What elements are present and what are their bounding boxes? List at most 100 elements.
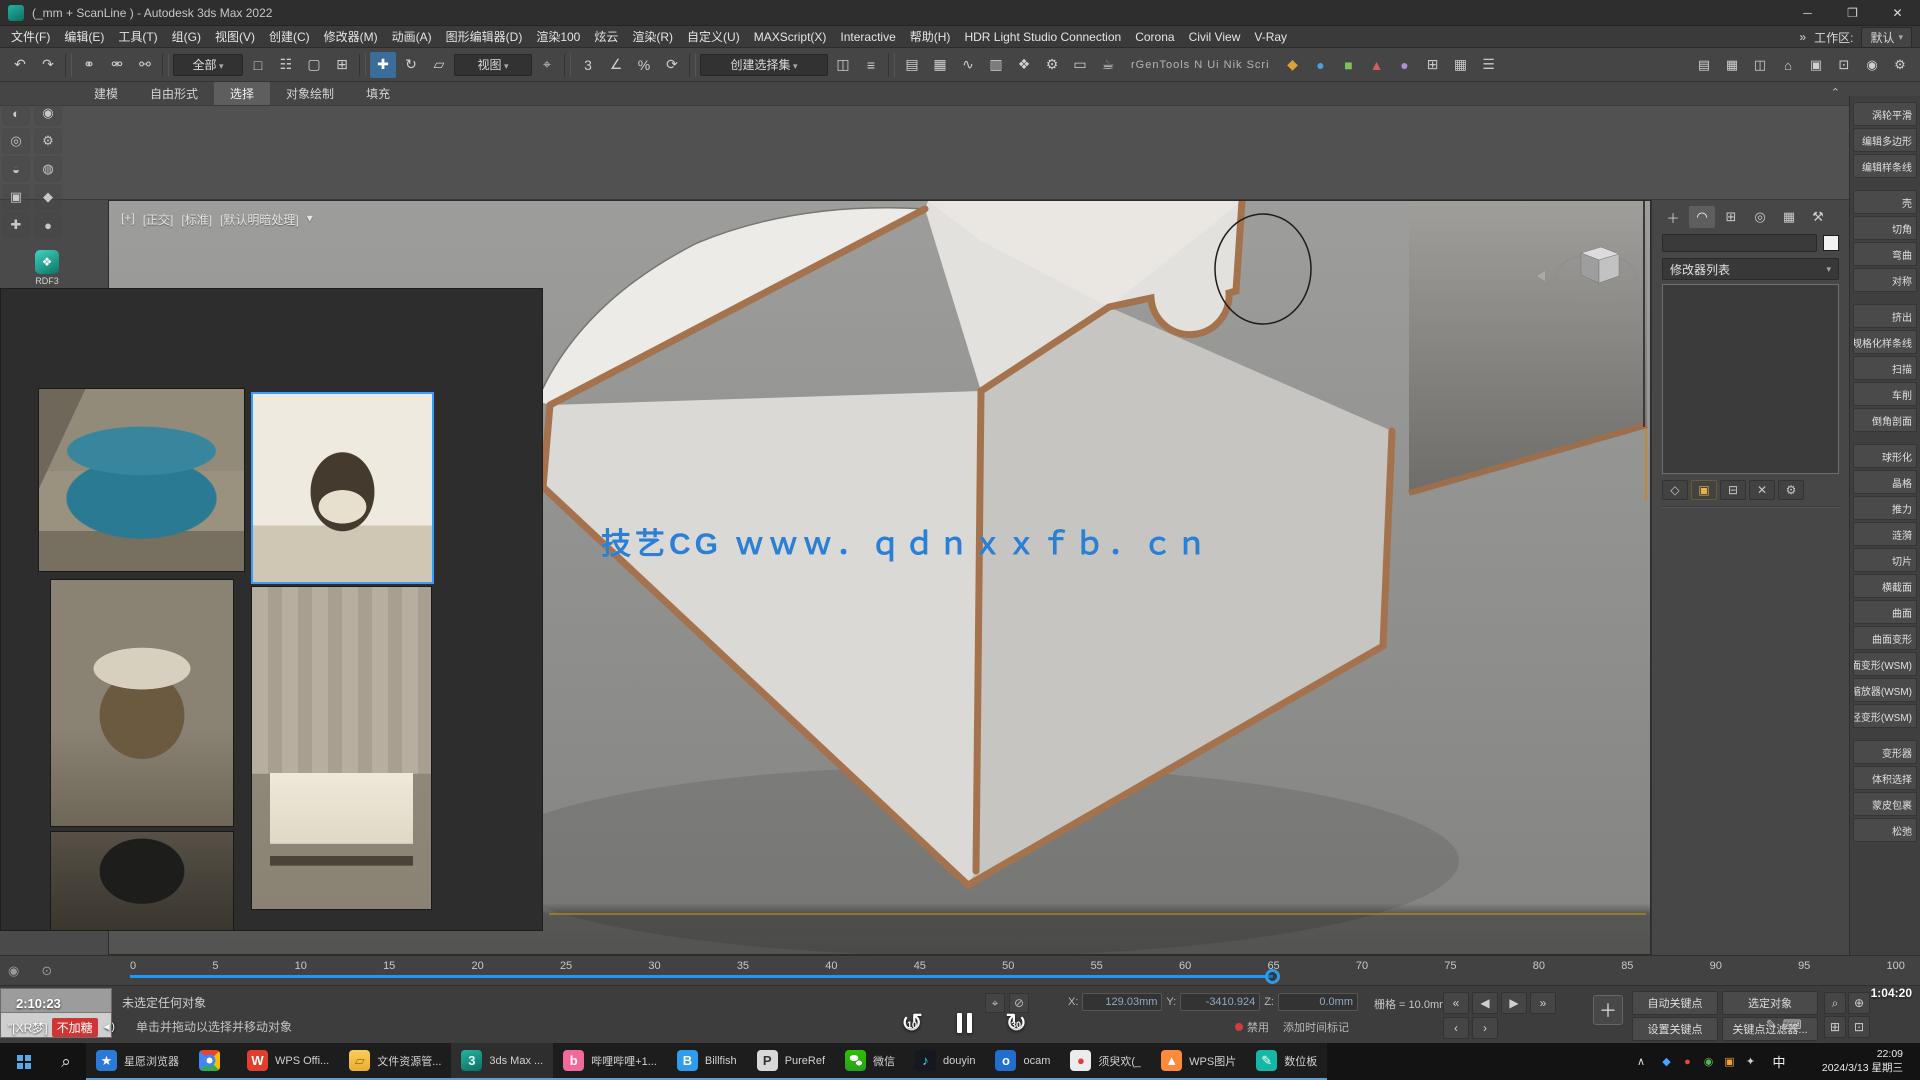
timeline-toggle-icon[interactable]: ⊙ xyxy=(41,963,52,979)
toolbar-button[interactable]: ∿ xyxy=(955,52,981,78)
toolbar-button[interactable]: ✚ xyxy=(370,52,396,78)
modifier-button[interactable]: 挤出 xyxy=(1853,304,1917,328)
tray-icon[interactable]: ● xyxy=(1679,1053,1696,1070)
toolbar-button[interactable]: ▦ xyxy=(1719,52,1745,78)
modifier-button[interactable]: 切片 xyxy=(1853,548,1917,572)
tray-icon[interactable]: ◉ xyxy=(1700,1053,1717,1070)
left-tool-button[interactable]: ✚ xyxy=(2,212,30,238)
tray-icon[interactable]: ▣ xyxy=(1721,1053,1738,1070)
ribbon-tab[interactable]: 自由形式 xyxy=(134,82,214,105)
toolbar-button[interactable]: ⟳ xyxy=(659,52,685,78)
toolbar-button[interactable]: ◫ xyxy=(1747,52,1773,78)
toolbar-button[interactable]: □ xyxy=(245,52,271,78)
reference-image-blue-velvet-sofa[interactable] xyxy=(38,388,245,572)
modifier-button[interactable]: 晶格 xyxy=(1853,470,1917,494)
modifier-list-dropdown[interactable]: 修改器列表 ▾ xyxy=(1662,258,1839,280)
toolbar-button[interactable] xyxy=(162,53,169,77)
menu-item[interactable]: Interactive xyxy=(833,30,902,44)
menu-item[interactable]: 渲染(R) xyxy=(625,28,680,45)
viewport-nav-button[interactable]: ⊕ xyxy=(1848,992,1870,1014)
taskbar-app[interactable]: W WPS Offi... xyxy=(237,1043,339,1080)
auto-key-button[interactable]: 自动关键点 xyxy=(1632,991,1718,1015)
menu-item[interactable]: 动画(A) xyxy=(385,28,439,45)
menu-item[interactable]: 自定义(U) xyxy=(680,28,747,45)
player-progress-thumb[interactable] xyxy=(1265,969,1280,984)
pause-button[interactable] xyxy=(949,1004,979,1042)
menu-item[interactable]: 渲染100 xyxy=(529,28,587,45)
viewport-menu-shading[interactable]: [默认明暗处理] xyxy=(220,211,299,228)
menu-item[interactable]: V-Ray xyxy=(1247,30,1294,44)
toolbar-button[interactable]: 3 xyxy=(575,52,601,78)
rewind-10-button[interactable]: ↺ 10 xyxy=(893,1004,931,1042)
taskbar-app[interactable] xyxy=(189,1043,237,1080)
toolbar-button[interactable] xyxy=(359,53,366,77)
x-coordinate-field[interactable]: 129.03mm xyxy=(1082,993,1162,1011)
window-control-button[interactable]: ─ xyxy=(1785,0,1830,26)
left-tool-button[interactable]: ◉ xyxy=(34,100,62,126)
status-misc-icon[interactable]: ⌨ xyxy=(1783,1017,1802,1033)
toolbar-button[interactable]: ≡ xyxy=(858,52,884,78)
reference-image-living-room-sofa[interactable] xyxy=(251,586,432,910)
modifier-button[interactable]: 编辑样条线 xyxy=(1853,154,1917,178)
toolbar-button[interactable]: ● xyxy=(1392,52,1418,78)
y-coordinate-field[interactable]: -3410.924 xyxy=(1180,993,1260,1011)
toolbar-button[interactable]: ⊡ xyxy=(1831,52,1857,78)
toolbar-button[interactable]: ■ xyxy=(1336,52,1362,78)
toolbar-button[interactable]: ☕ xyxy=(1095,52,1121,78)
modifier-button[interactable]: 曲面 xyxy=(1853,600,1917,624)
set-key-mode-button[interactable]: 设置关键点 xyxy=(1632,1017,1718,1041)
taskbar-app[interactable]: ▱ 文件资源管... xyxy=(339,1043,451,1080)
toolbar-button[interactable]: ▤ xyxy=(899,52,925,78)
modifier-button[interactable]: 曲面变形(WSM) xyxy=(1853,652,1917,676)
toolbar-button[interactable]: ⊞ xyxy=(329,52,355,78)
window-control-button[interactable]: ✕ xyxy=(1875,0,1920,26)
start-button[interactable] xyxy=(0,1043,46,1080)
modifier-stack-list[interactable] xyxy=(1662,284,1839,474)
menu-item[interactable]: Corona xyxy=(1128,30,1181,44)
command-panel-tab[interactable]: ⊞ xyxy=(1718,206,1744,228)
menu-item[interactable]: 修改器(M) xyxy=(317,28,385,45)
toolbar-button[interactable]: ⚮ xyxy=(104,52,130,78)
modifier-button[interactable]: 变形器 xyxy=(1853,740,1917,764)
modifier-button[interactable]: 横截面 xyxy=(1853,574,1917,598)
command-panel-tab[interactable]: ◎ xyxy=(1747,206,1773,228)
toolbar-button[interactable]: 创建选择集 xyxy=(700,54,828,76)
toolbar-button[interactable]: ◉ xyxy=(1859,52,1885,78)
modifier-button[interactable]: 规格化样条线 xyxy=(1853,330,1917,354)
taskbar-search-button[interactable]: ⌕ xyxy=(46,1043,86,1080)
left-tool-button[interactable]: ◒ xyxy=(2,156,30,182)
tray-chevron-icon[interactable]: ∧ xyxy=(1632,1055,1650,1068)
modifier-button[interactable]: 球形化 xyxy=(1853,444,1917,468)
menu-item[interactable]: HDR Light Studio Connection xyxy=(957,30,1128,44)
taskbar-app[interactable]: ♪ douyin xyxy=(905,1043,985,1080)
viewport-flag-icon[interactable]: ▾ xyxy=(307,211,313,228)
menu-item[interactable]: Civil View xyxy=(1182,30,1248,44)
modifier-button[interactable]: 路径变形(WSM) xyxy=(1853,704,1917,728)
toolbar-button[interactable]: ↶ xyxy=(7,52,33,78)
toolbar-button[interactable]: ● xyxy=(1308,52,1334,78)
forward-30-button[interactable]: ↻ 30 xyxy=(997,1004,1035,1042)
menu-item[interactable]: 编辑(E) xyxy=(57,28,111,45)
command-panel-tab[interactable]: ＋ xyxy=(1660,206,1686,228)
workspace-dropdown[interactable]: 默认▾ xyxy=(1861,27,1912,48)
modifier-button[interactable]: 编辑多边形 xyxy=(1853,128,1917,152)
clock[interactable]: 22:09 2024/3/13 星期三 xyxy=(1799,1048,1903,1074)
modifier-button[interactable]: 推力 xyxy=(1853,496,1917,520)
playback-button[interactable]: « xyxy=(1443,992,1469,1014)
toolbar-button[interactable]: ▤ xyxy=(1691,52,1717,78)
toolbar-button[interactable]: ▢ xyxy=(301,52,327,78)
toolbar-button[interactable] xyxy=(689,53,696,77)
viewport-menu-general[interactable]: [+] xyxy=(121,211,135,228)
left-tool-button[interactable]: ◆ xyxy=(34,184,62,210)
left-tool-button[interactable]: ▣ xyxy=(2,184,30,210)
key-step-button[interactable]: ‹ xyxy=(1443,1017,1469,1039)
menu-item[interactable]: 创建(C) xyxy=(262,28,317,45)
left-tool-button[interactable]: ◐ xyxy=(2,100,30,126)
ribbon-tab[interactable]: 建模 xyxy=(78,82,134,105)
modifier-button[interactable]: 车削 xyxy=(1853,382,1917,406)
modifier-button[interactable]: 松弛 xyxy=(1853,818,1917,842)
key-step-button[interactable]: › xyxy=(1472,1017,1498,1039)
toolbar-button[interactable]: ☰ xyxy=(1476,52,1502,78)
toolbar-button[interactable]: ▣ xyxy=(1803,52,1829,78)
time-slider[interactable]: ◉⊙ 0510152025303540455055606570758085909… xyxy=(0,955,1920,985)
